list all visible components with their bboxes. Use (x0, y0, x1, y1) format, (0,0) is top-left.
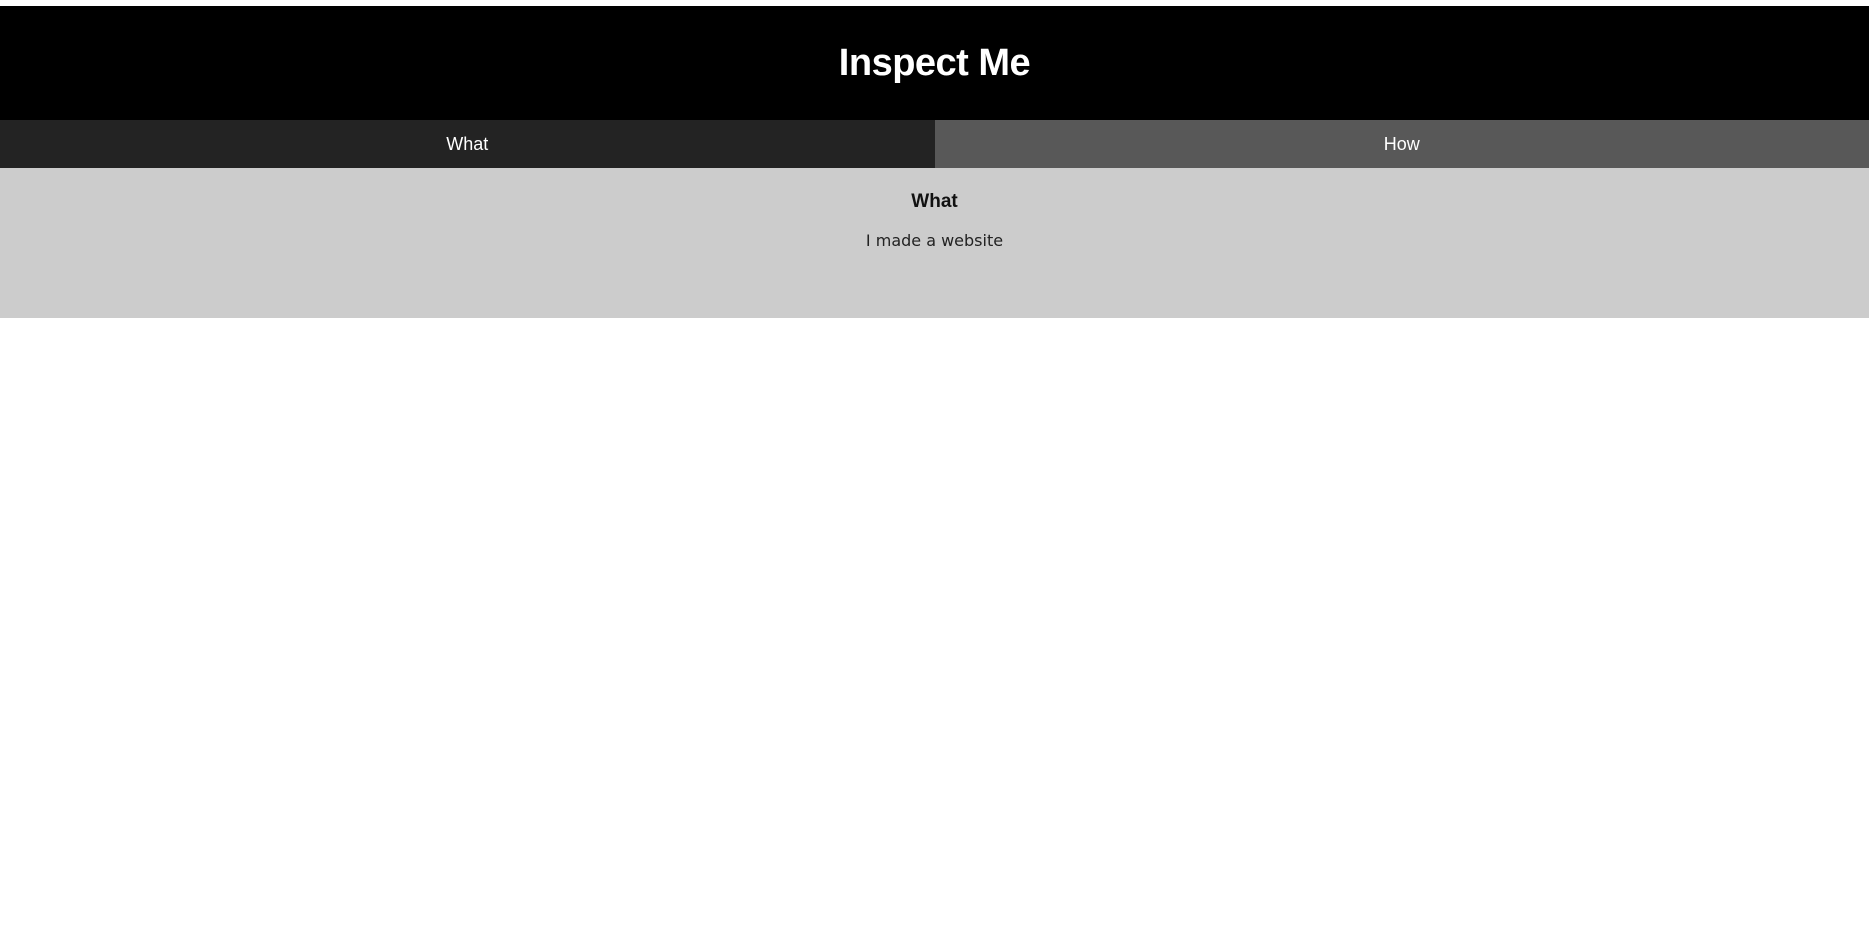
tab-what[interactable]: What (0, 120, 935, 168)
site-header: Inspect Me (0, 6, 1869, 120)
page-title: Inspect Me (838, 41, 1031, 84)
tab-how[interactable]: How (934, 120, 1869, 168)
page: Inspect Me What How What I made a websit… (0, 0, 1869, 931)
panel-heading: What (911, 191, 958, 212)
tab-bar: What How (0, 120, 1869, 168)
tab-content-panel: What I made a website (0, 168, 1869, 318)
panel-text: I made a website (865, 231, 1004, 250)
